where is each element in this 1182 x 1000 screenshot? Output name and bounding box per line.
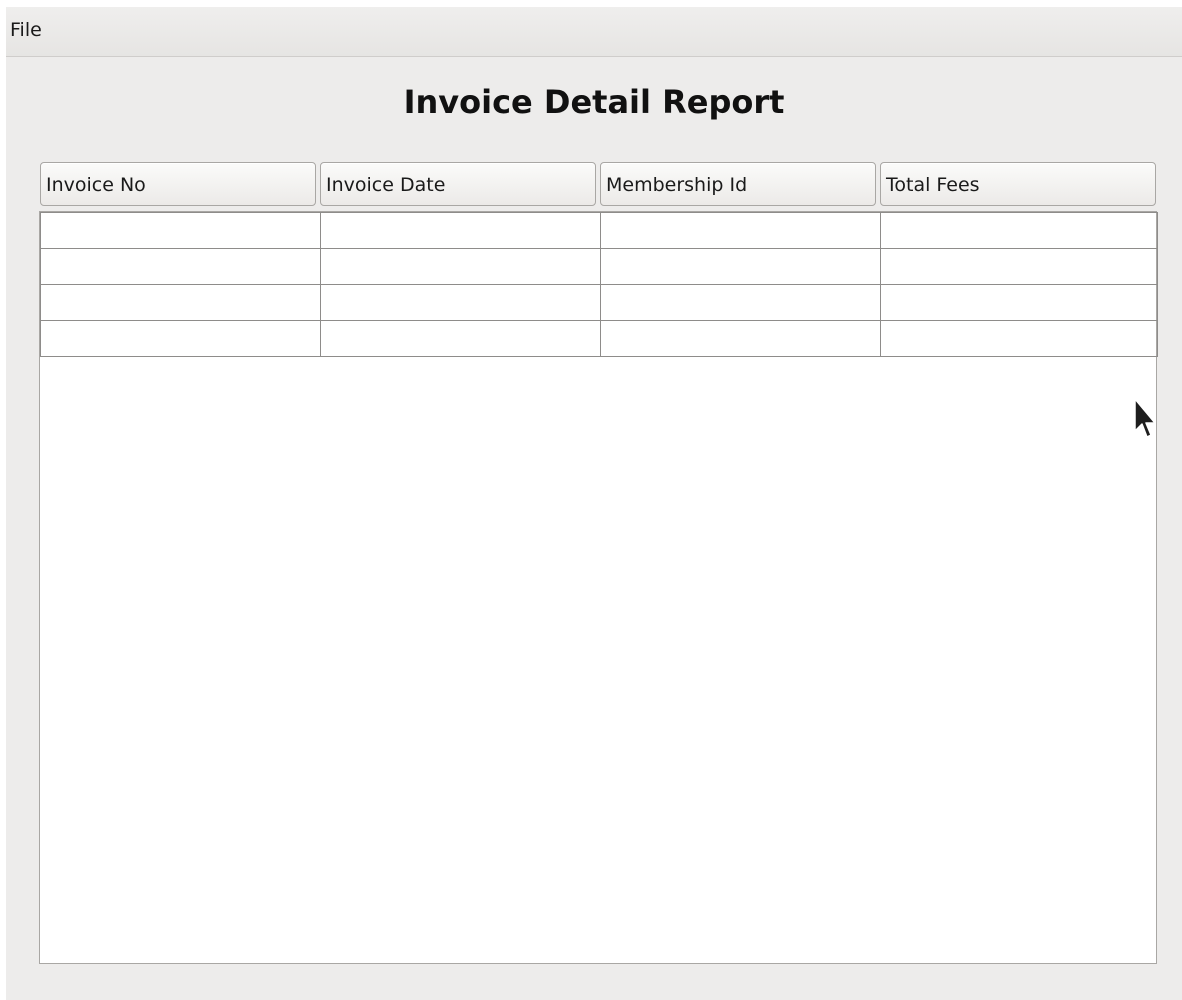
table-header: Invoice No Invoice Date Membership Id To… [40, 162, 1156, 208]
cell-membership-id[interactable] [600, 320, 881, 357]
column-header-invoice-date[interactable]: Invoice Date [320, 162, 596, 206]
table-row[interactable] [40, 320, 1158, 357]
cell-membership-id[interactable] [600, 212, 881, 249]
cell-total-fees[interactable] [880, 248, 1158, 285]
cell-invoice-no[interactable] [40, 248, 321, 285]
cell-membership-id[interactable] [600, 284, 881, 321]
cell-invoice-date[interactable] [320, 212, 601, 249]
cell-invoice-date[interactable] [320, 284, 601, 321]
menubar: File [6, 7, 1182, 57]
column-header-invoice-no[interactable]: Invoice No [40, 162, 316, 206]
app-window: File Invoice Detail Report Invoice No In… [6, 7, 1182, 1000]
cell-total-fees[interactable] [880, 284, 1158, 321]
cell-invoice-no[interactable] [40, 212, 321, 249]
cell-membership-id[interactable] [600, 248, 881, 285]
invoice-table[interactable] [39, 211, 1158, 964]
mouse-pointer-icon [1134, 398, 1155, 438]
column-header-membership-id[interactable]: Membership Id [600, 162, 876, 206]
column-header-total-fees[interactable]: Total Fees [880, 162, 1156, 206]
cell-invoice-date[interactable] [320, 248, 601, 285]
cell-invoice-date[interactable] [320, 320, 601, 357]
report-title: Invoice Detail Report [403, 83, 785, 121]
cell-invoice-no[interactable] [40, 320, 321, 357]
cell-invoice-no[interactable] [40, 284, 321, 321]
table-row[interactable] [40, 248, 1158, 285]
table-row[interactable] [40, 284, 1158, 321]
invoice-grid [40, 212, 1158, 357]
cell-total-fees[interactable] [880, 320, 1158, 357]
cell-total-fees[interactable] [880, 212, 1158, 249]
menu-file[interactable]: File [6, 19, 46, 41]
table-row[interactable] [40, 212, 1158, 249]
